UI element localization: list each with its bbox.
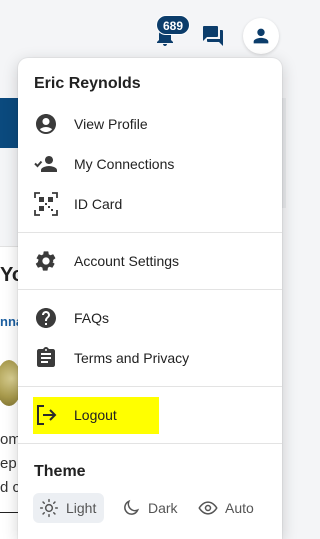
menu-item-label: Logout [74, 407, 117, 423]
theme-option-label: Dark [148, 500, 178, 516]
theme-option-auto[interactable]: Auto [192, 493, 262, 523]
menu-item-label: Account Settings [74, 253, 180, 269]
eye-icon [198, 498, 218, 518]
moon-icon [121, 498, 141, 518]
chat-icon [203, 26, 223, 46]
menu-divider [18, 443, 282, 444]
theme-option-dark[interactable]: Dark [115, 493, 186, 523]
menu-item-label: My Connections [74, 156, 175, 172]
theme-option-light[interactable]: Light [33, 493, 105, 523]
menu-item-account-settings[interactable]: Account Settings [34, 246, 179, 276]
clipboard-icon [34, 346, 58, 370]
menu-divider [18, 232, 282, 233]
menu-item-id-card[interactable]: ID Card [34, 189, 122, 219]
menu-item-label: Terms and Privacy [74, 350, 190, 366]
user-name: Eric Reynolds [34, 75, 141, 92]
help-circle-icon [34, 306, 58, 330]
menu-divider [18, 386, 282, 387]
menu-item-label: View Profile [74, 116, 148, 132]
menu-item-terms-and-privacy[interactable]: Terms and Privacy [34, 343, 189, 373]
qr-code-icon [34, 192, 58, 216]
menu-item-logout[interactable]: Logout [34, 400, 117, 430]
gear-icon [34, 249, 58, 273]
sun-icon [39, 498, 59, 518]
menu-item-label: FAQs [74, 310, 110, 326]
logout-icon [34, 403, 58, 427]
theme-option-label: Light [66, 500, 97, 516]
connections-icon [34, 152, 58, 176]
account-dropdown-menu: Eric Reynolds View Profile My Connection… [18, 58, 282, 539]
messages-button[interactable] [199, 22, 227, 50]
notification-badge: 689 [156, 15, 191, 35]
theme-option-label: Auto [225, 500, 254, 516]
menu-item-faqs[interactable]: FAQs [34, 303, 109, 333]
menu-item-my-connections[interactable]: My Connections [34, 149, 174, 179]
person-icon [253, 28, 269, 44]
menu-item-view-profile[interactable]: View Profile [34, 109, 148, 139]
theme-title: Theme [34, 463, 86, 480]
menu-divider [18, 289, 282, 290]
account-menu-button[interactable] [243, 18, 279, 54]
account-circle-icon [34, 112, 58, 136]
menu-item-label: ID Card [74, 196, 123, 212]
